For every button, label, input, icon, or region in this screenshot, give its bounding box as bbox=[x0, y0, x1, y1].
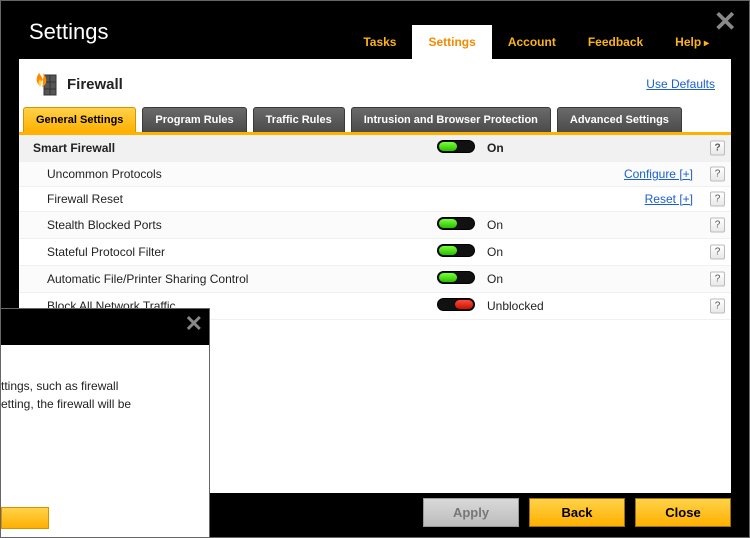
dialog-text-line: etting, the firewall will be bbox=[1, 395, 201, 413]
toggle-stealth-ports[interactable] bbox=[437, 217, 487, 233]
row-label: Stateful Protocol Filter bbox=[47, 245, 437, 259]
row-auto-share: Automatic File/Printer Sharing Control O… bbox=[19, 266, 731, 293]
tab-intrusion-protection[interactable]: Intrusion and Browser Protection bbox=[351, 107, 551, 132]
nav-tasks[interactable]: Tasks bbox=[347, 25, 412, 59]
use-defaults-link[interactable]: Use Defaults bbox=[646, 77, 715, 91]
reset-link[interactable]: Reset [+] bbox=[645, 192, 693, 206]
row-label: Stealth Blocked Ports bbox=[47, 218, 437, 232]
help-icon[interactable]: ? bbox=[710, 192, 725, 207]
toggle-block-all[interactable] bbox=[437, 298, 487, 314]
row-label: Automatic File/Printer Sharing Control bbox=[47, 272, 437, 286]
toggle-smart-firewall[interactable] bbox=[437, 140, 487, 156]
row-stateful-filter: Stateful Protocol Filter On ? bbox=[19, 239, 731, 266]
close-button[interactable]: Close bbox=[635, 498, 731, 527]
help-icon[interactable]: ? bbox=[710, 141, 725, 156]
settings-list: Smart Firewall On ? Uncommon Protocols C… bbox=[19, 135, 731, 320]
dialog-button-fragment[interactable] bbox=[1, 507, 49, 529]
row-uncommon-protocols: Uncommon Protocols Configure [+] ? bbox=[19, 162, 731, 187]
tab-general-settings[interactable]: General Settings bbox=[23, 107, 136, 132]
toggle-stateful-filter[interactable] bbox=[437, 244, 487, 260]
row-status: On bbox=[487, 141, 721, 155]
row-firewall-reset: Firewall Reset Reset [+] ? bbox=[19, 187, 731, 212]
nav-account[interactable]: Account bbox=[492, 25, 572, 59]
secondary-dialog-fragment: ✕ ttings, such as firewall etting, the f… bbox=[0, 308, 210, 538]
firewall-icon bbox=[29, 69, 59, 99]
row-status: On bbox=[487, 272, 721, 286]
help-icon[interactable]: ? bbox=[710, 272, 725, 287]
tab-traffic-rules[interactable]: Traffic Rules bbox=[253, 107, 345, 132]
settings-window: Settings ✕ Tasks Settings Account Feedba… bbox=[0, 0, 750, 538]
row-status: On bbox=[487, 245, 721, 259]
row-status: Unblocked bbox=[487, 299, 721, 313]
tab-advanced-settings[interactable]: Advanced Settings bbox=[557, 107, 682, 132]
back-button[interactable]: Back bbox=[529, 498, 625, 527]
title-bar: Settings ✕ Tasks Settings Account Feedba… bbox=[1, 1, 749, 59]
nav-settings[interactable]: Settings bbox=[412, 25, 491, 59]
nav-help[interactable]: Help bbox=[659, 25, 725, 59]
settings-tabs: General Settings Program Rules Traffic R… bbox=[19, 107, 731, 135]
tab-program-rules[interactable]: Program Rules bbox=[142, 107, 246, 132]
nav-feedback[interactable]: Feedback bbox=[572, 25, 659, 59]
toggle-auto-share[interactable] bbox=[437, 271, 487, 287]
section-title: Firewall bbox=[67, 76, 123, 93]
top-nav: Tasks Settings Account Feedback Help bbox=[347, 25, 725, 59]
row-label: Firewall Reset bbox=[47, 192, 437, 206]
row-status: On bbox=[487, 218, 721, 232]
help-icon[interactable]: ? bbox=[710, 218, 725, 233]
close-icon[interactable]: ✕ bbox=[185, 311, 203, 337]
dialog-body: ttings, such as firewall etting, the fir… bbox=[1, 345, 209, 537]
configure-link[interactable]: Configure [+] bbox=[624, 167, 693, 181]
apply-button: Apply bbox=[423, 498, 519, 527]
window-title: Settings bbox=[29, 19, 109, 45]
dialog-text-line: ttings, such as firewall bbox=[1, 377, 201, 395]
panel-header: Firewall Use Defaults bbox=[19, 59, 731, 107]
footer-buttons: Apply Back Close bbox=[423, 498, 731, 527]
row-stealth-ports: Stealth Blocked Ports On ? bbox=[19, 212, 731, 239]
help-icon[interactable]: ? bbox=[710, 245, 725, 260]
row-label: Smart Firewall bbox=[33, 141, 437, 155]
row-label: Uncommon Protocols bbox=[47, 167, 437, 181]
help-icon[interactable]: ? bbox=[710, 299, 725, 314]
help-icon[interactable]: ? bbox=[710, 167, 725, 182]
row-smart-firewall: Smart Firewall On ? bbox=[19, 135, 731, 162]
